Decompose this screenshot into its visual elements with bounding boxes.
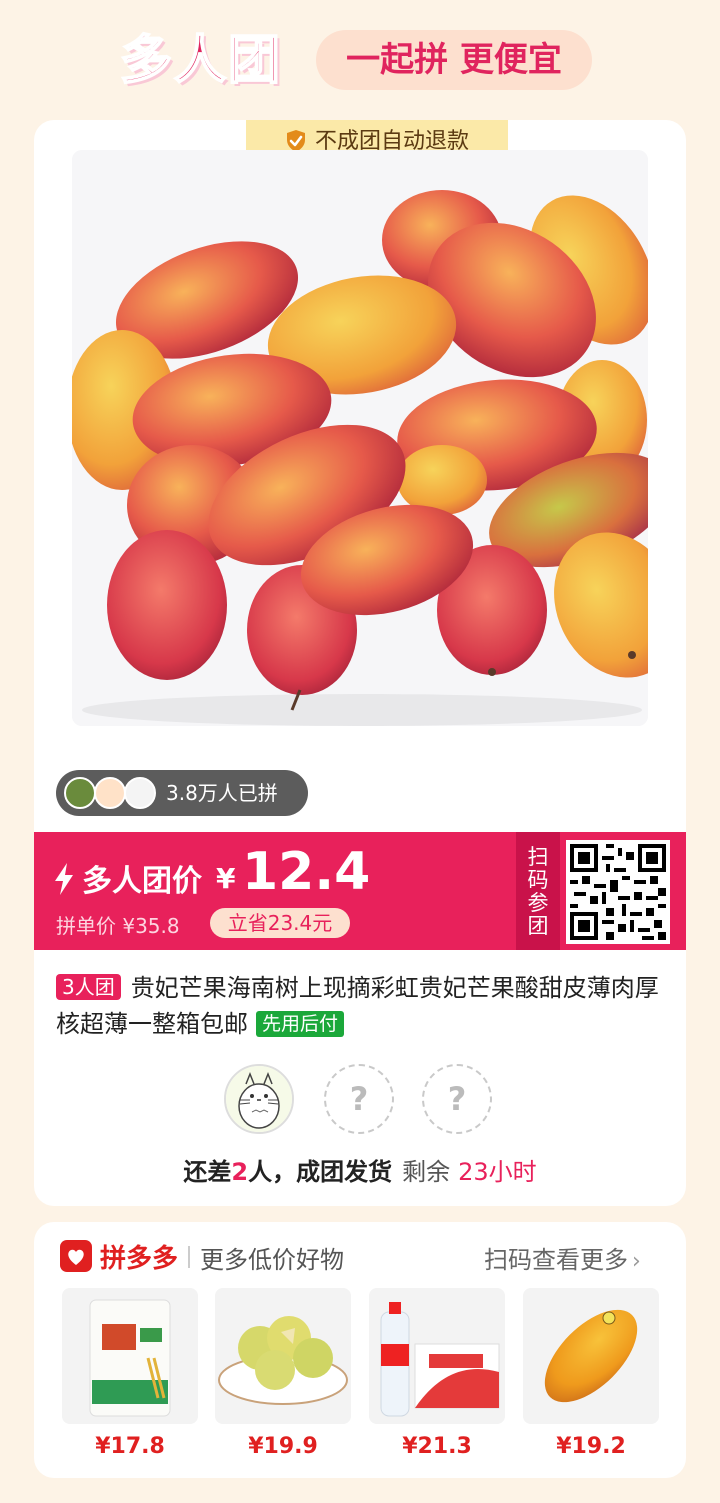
group-price-label: 多人团价 bbox=[82, 864, 202, 899]
slogan-pill: 一起拼 更便宜 bbox=[316, 30, 592, 90]
pears-plate-image bbox=[215, 1288, 351, 1424]
flour-bag-image bbox=[62, 1288, 198, 1424]
empty-slot: ? bbox=[324, 1064, 394, 1134]
scan-more-label: 扫码查看更多 bbox=[484, 1246, 628, 1274]
totoro-avatar-icon bbox=[226, 1066, 292, 1132]
empty-slot: ? bbox=[422, 1064, 492, 1134]
joined-count-pill: 3.8万人已拼 bbox=[56, 770, 308, 816]
avatar bbox=[94, 777, 126, 809]
pinduoduo-name: 拼多多 bbox=[100, 1244, 179, 1274]
status-suffix: 人，成团发货 bbox=[248, 1158, 393, 1186]
empty-slot-mark: ? bbox=[447, 1080, 467, 1118]
product-title-block: 3人团 贵妃芒果海南树上现摘彩虹贵妃芒果酸甜皮薄肉厚核超薄一整箱包邮 先用后付 bbox=[56, 970, 670, 1042]
team-status: 还差2人，成团发货 剩余 23小时 bbox=[34, 1152, 686, 1187]
empty-slot-mark: ? bbox=[349, 1080, 369, 1118]
remaining-time: 23小时 bbox=[458, 1158, 537, 1186]
product-price: ¥21.3 bbox=[402, 1434, 472, 1459]
group-buy-card: 不成团自动退款 3.8万人已拼 多人团价 ¥ 12.4 拼单价 ¥35.8 立省… bbox=[34, 120, 686, 1206]
avatar bbox=[124, 777, 156, 809]
status-prefix: 还差 bbox=[183, 1158, 232, 1186]
single-price: 拼单价 ¥35.8 bbox=[56, 914, 180, 938]
more-products-subtitle: 更多低价好物 bbox=[200, 1246, 344, 1274]
avatar bbox=[64, 777, 96, 809]
team-size-tag: 3人团 bbox=[56, 974, 121, 1000]
save-amount-badge: 立省23.4元 bbox=[210, 908, 350, 938]
mango-image bbox=[523, 1288, 659, 1424]
product-title[interactable]: 贵妃芒果海南树上现摘彩虹贵妃芒果酸甜皮薄肉厚核超薄一整箱包邮 bbox=[56, 974, 659, 1038]
product-thumb-flour[interactable] bbox=[62, 1288, 198, 1424]
price-bar: 多人团价 ¥ 12.4 拼单价 ¥35.8 立省23.4元 扫码参团 bbox=[34, 832, 686, 950]
scan-to-join-label: 扫码参团 bbox=[516, 832, 560, 950]
currency-symbol: ¥ bbox=[216, 862, 236, 895]
product-thumb-water[interactable] bbox=[369, 1288, 505, 1424]
team-slots: ? ? bbox=[224, 1064, 496, 1136]
group-price-value: 12.4 bbox=[242, 842, 371, 902]
product-price: ¥17.8 bbox=[95, 1434, 165, 1459]
product-thumb-mango[interactable] bbox=[523, 1288, 659, 1424]
water-bottles-image bbox=[369, 1288, 505, 1424]
scan-more-link[interactable]: 扫码查看更多 › bbox=[484, 1240, 641, 1275]
mango-pile-image bbox=[72, 150, 648, 726]
more-products-card: 拼多多 更多低价好物 扫码查看更多 › ¥17.8 ¥19.9 ¥21.3 ¥1… bbox=[34, 1222, 686, 1478]
divider bbox=[188, 1246, 190, 1268]
qr-code[interactable] bbox=[566, 840, 670, 944]
product-price: ¥19.2 bbox=[556, 1434, 626, 1459]
scan-to-join-text: 扫码参团 bbox=[527, 845, 549, 938]
remaining-label: 剩余 bbox=[402, 1158, 451, 1186]
header: 多人团 一起拼 更便宜 bbox=[0, 0, 720, 118]
product-price: ¥19.9 bbox=[248, 1434, 318, 1459]
lightning-icon bbox=[55, 863, 73, 895]
pay-later-tag: 先用后付 bbox=[256, 1011, 345, 1037]
product-image[interactable] bbox=[72, 150, 648, 726]
brand-title: 多人团 bbox=[119, 30, 283, 92]
status-count: 2 bbox=[231, 1158, 249, 1186]
chevron-right-icon: › bbox=[632, 1249, 641, 1274]
joined-count-text: 3.8万人已拼 bbox=[166, 781, 278, 805]
pinduoduo-logo-icon bbox=[60, 1240, 92, 1272]
qr-code-icon bbox=[570, 844, 666, 940]
member-avatar bbox=[224, 1064, 294, 1134]
product-thumb-pears[interactable] bbox=[215, 1288, 351, 1424]
